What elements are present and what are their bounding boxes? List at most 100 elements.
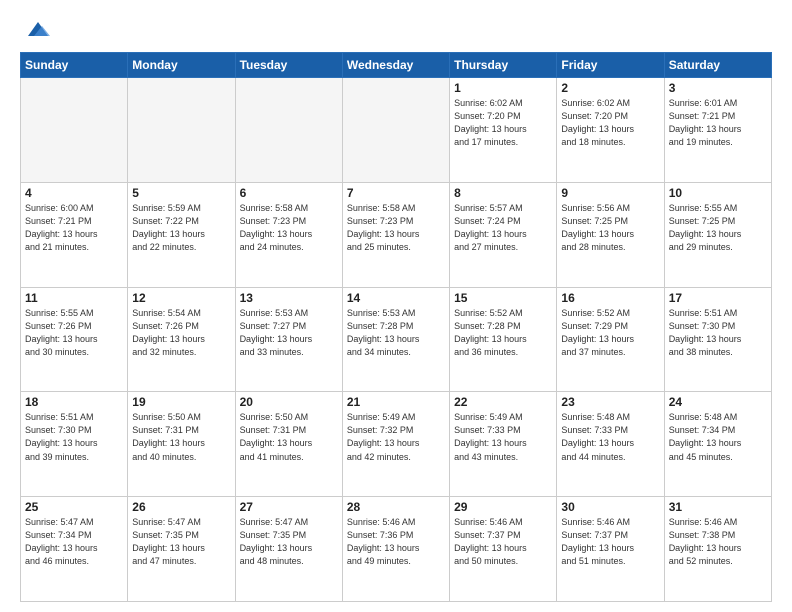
daylight-minutes: and 49 minutes. [347, 556, 411, 566]
daylight-minutes: and 22 minutes. [132, 242, 196, 252]
sunset: Sunset: 7:20 PM [454, 111, 521, 121]
calendar-cell-1: 1 Sunrise: 6:02 AM Sunset: 7:20 PM Dayli… [450, 78, 557, 183]
sunrise: Sunrise: 5:48 AM [561, 412, 630, 422]
sunrise: Sunrise: 5:55 AM [669, 203, 738, 213]
daylight-minutes: and 24 minutes. [240, 242, 304, 252]
day-number: 22 [454, 395, 552, 409]
daylight-minutes: and 30 minutes. [25, 347, 89, 357]
calendar-cell-11: 11 Sunrise: 5:55 AM Sunset: 7:26 PM Dayl… [21, 287, 128, 392]
daylight-minutes: and 25 minutes. [347, 242, 411, 252]
sunset: Sunset: 7:30 PM [25, 425, 92, 435]
day-number: 3 [669, 81, 767, 95]
daylight: Daylight: 13 hours [454, 543, 527, 553]
day-number: 31 [669, 500, 767, 514]
sunset: Sunset: 7:31 PM [240, 425, 307, 435]
day-info: Sunrise: 5:50 AM Sunset: 7:31 PM Dayligh… [132, 411, 230, 463]
daylight: Daylight: 13 hours [240, 334, 313, 344]
weekday-header-row: SundayMondayTuesdayWednesdayThursdayFrid… [21, 53, 772, 78]
day-number: 26 [132, 500, 230, 514]
sunset: Sunset: 7:21 PM [669, 111, 736, 121]
day-info: Sunrise: 6:01 AM Sunset: 7:21 PM Dayligh… [669, 97, 767, 149]
day-number: 15 [454, 291, 552, 305]
calendar-cell-30: 30 Sunrise: 5:46 AM Sunset: 7:37 PM Dayl… [557, 497, 664, 602]
calendar-cell-18: 18 Sunrise: 5:51 AM Sunset: 7:30 PM Dayl… [21, 392, 128, 497]
sunrise: Sunrise: 5:48 AM [669, 412, 738, 422]
day-info: Sunrise: 5:59 AM Sunset: 7:22 PM Dayligh… [132, 202, 230, 254]
sunrise: Sunrise: 5:49 AM [454, 412, 523, 422]
calendar-cell-3: 3 Sunrise: 6:01 AM Sunset: 7:21 PM Dayli… [664, 78, 771, 183]
sunset: Sunset: 7:35 PM [240, 530, 307, 540]
calendar-cell-21: 21 Sunrise: 5:49 AM Sunset: 7:32 PM Dayl… [342, 392, 449, 497]
daylight: Daylight: 13 hours [132, 438, 205, 448]
daylight-minutes: and 34 minutes. [347, 347, 411, 357]
sunset: Sunset: 7:24 PM [454, 216, 521, 226]
sunset: Sunset: 7:23 PM [347, 216, 414, 226]
day-number: 30 [561, 500, 659, 514]
day-info: Sunrise: 5:58 AM Sunset: 7:23 PM Dayligh… [347, 202, 445, 254]
daylight: Daylight: 13 hours [454, 229, 527, 239]
weekday-header-friday: Friday [557, 53, 664, 78]
sunrise: Sunrise: 5:58 AM [347, 203, 416, 213]
daylight-minutes: and 42 minutes. [347, 452, 411, 462]
daylight-minutes: and 40 minutes. [132, 452, 196, 462]
day-info: Sunrise: 5:52 AM Sunset: 7:29 PM Dayligh… [561, 307, 659, 359]
daylight-minutes: and 38 minutes. [669, 347, 733, 357]
day-number: 29 [454, 500, 552, 514]
day-number: 28 [347, 500, 445, 514]
sunrise: Sunrise: 5:52 AM [454, 308, 523, 318]
daylight-minutes: and 51 minutes. [561, 556, 625, 566]
sunrise: Sunrise: 5:46 AM [347, 517, 416, 527]
daylight: Daylight: 13 hours [347, 334, 420, 344]
sunset: Sunset: 7:35 PM [132, 530, 199, 540]
daylight: Daylight: 13 hours [25, 543, 98, 553]
sunrise: Sunrise: 5:50 AM [240, 412, 309, 422]
daylight-minutes: and 18 minutes. [561, 137, 625, 147]
daylight: Daylight: 13 hours [25, 438, 98, 448]
day-info: Sunrise: 5:46 AM Sunset: 7:37 PM Dayligh… [454, 516, 552, 568]
daylight: Daylight: 13 hours [669, 124, 742, 134]
sunrise: Sunrise: 5:50 AM [132, 412, 201, 422]
day-number: 5 [132, 186, 230, 200]
daylight-minutes: and 17 minutes. [454, 137, 518, 147]
day-info: Sunrise: 6:02 AM Sunset: 7:20 PM Dayligh… [454, 97, 552, 149]
daylight-minutes: and 37 minutes. [561, 347, 625, 357]
day-number: 11 [25, 291, 123, 305]
daylight: Daylight: 13 hours [347, 543, 420, 553]
calendar-week-4: 18 Sunrise: 5:51 AM Sunset: 7:30 PM Dayl… [21, 392, 772, 497]
daylight-minutes: and 48 minutes. [240, 556, 304, 566]
sunrise: Sunrise: 5:58 AM [240, 203, 309, 213]
day-number: 8 [454, 186, 552, 200]
sunset: Sunset: 7:27 PM [240, 321, 307, 331]
calendar-table: SundayMondayTuesdayWednesdayThursdayFrid… [20, 52, 772, 602]
calendar-cell-9: 9 Sunrise: 5:56 AM Sunset: 7:25 PM Dayli… [557, 182, 664, 287]
logo [20, 16, 52, 44]
sunrise: Sunrise: 5:53 AM [240, 308, 309, 318]
day-info: Sunrise: 5:47 AM Sunset: 7:35 PM Dayligh… [132, 516, 230, 568]
day-number: 16 [561, 291, 659, 305]
sunset: Sunset: 7:33 PM [454, 425, 521, 435]
calendar-cell-19: 19 Sunrise: 5:50 AM Sunset: 7:31 PM Dayl… [128, 392, 235, 497]
day-number: 20 [240, 395, 338, 409]
sunrise: Sunrise: 5:47 AM [25, 517, 94, 527]
daylight: Daylight: 13 hours [454, 124, 527, 134]
calendar-cell-13: 13 Sunrise: 5:53 AM Sunset: 7:27 PM Dayl… [235, 287, 342, 392]
calendar-cell-7: 7 Sunrise: 5:58 AM Sunset: 7:23 PM Dayli… [342, 182, 449, 287]
calendar-cell-20: 20 Sunrise: 5:50 AM Sunset: 7:31 PM Dayl… [235, 392, 342, 497]
weekday-header-wednesday: Wednesday [342, 53, 449, 78]
calendar-week-2: 4 Sunrise: 6:00 AM Sunset: 7:21 PM Dayli… [21, 182, 772, 287]
daylight-minutes: and 29 minutes. [669, 242, 733, 252]
sunrise: Sunrise: 6:02 AM [561, 98, 630, 108]
sunset: Sunset: 7:25 PM [669, 216, 736, 226]
daylight: Daylight: 13 hours [347, 438, 420, 448]
day-info: Sunrise: 5:48 AM Sunset: 7:33 PM Dayligh… [561, 411, 659, 463]
day-number: 4 [25, 186, 123, 200]
calendar-cell-28: 28 Sunrise: 5:46 AM Sunset: 7:36 PM Dayl… [342, 497, 449, 602]
daylight-minutes: and 41 minutes. [240, 452, 304, 462]
calendar-cell-31: 31 Sunrise: 5:46 AM Sunset: 7:38 PM Dayl… [664, 497, 771, 602]
daylight: Daylight: 13 hours [25, 334, 98, 344]
calendar-cell-16: 16 Sunrise: 5:52 AM Sunset: 7:29 PM Dayl… [557, 287, 664, 392]
daylight-minutes: and 52 minutes. [669, 556, 733, 566]
day-info: Sunrise: 5:47 AM Sunset: 7:34 PM Dayligh… [25, 516, 123, 568]
sunset: Sunset: 7:26 PM [132, 321, 199, 331]
sunrise: Sunrise: 5:46 AM [561, 517, 630, 527]
